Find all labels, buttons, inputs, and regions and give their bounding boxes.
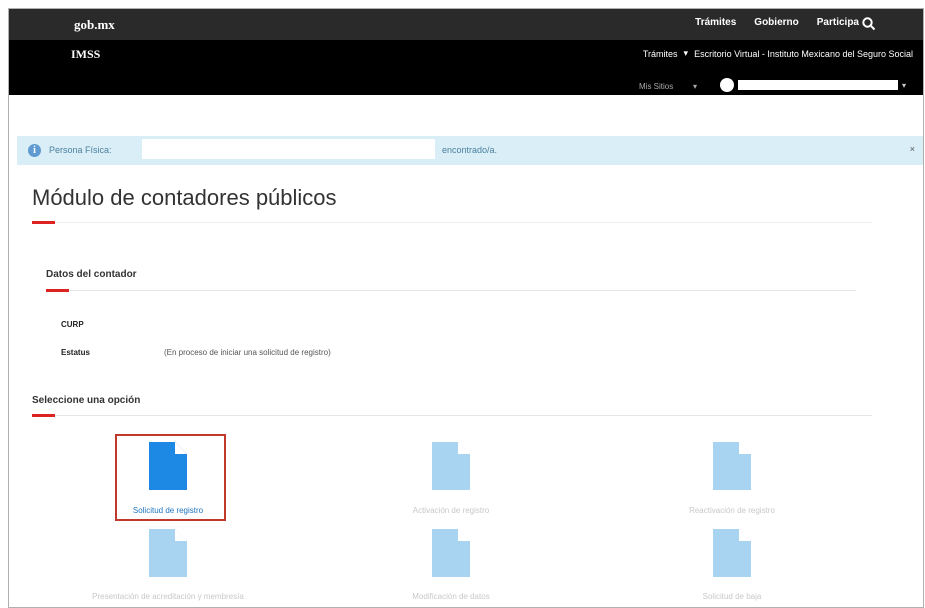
alert-suffix: encontrado/a. (442, 145, 498, 155)
gobmx-logo[interactable]: gob.mx (74, 17, 115, 33)
alert-redacted-name (142, 139, 435, 159)
option-solicitud-baja[interactable]: Solicitud de baja (632, 592, 832, 601)
site-title[interactable]: Escritorio Virtual - Instituto Mexicano … (694, 49, 913, 59)
chevron-down-icon[interactable]: ▾ (693, 82, 697, 91)
document-icon[interactable] (713, 529, 751, 577)
datos-heading: Datos del contador (46, 269, 137, 280)
browser-frame: gob.mx Trámites Gobierno Participa IMSS … (8, 8, 924, 608)
option-reactivacion-registro[interactable]: Reactivación de registro (632, 506, 832, 515)
document-icon[interactable] (149, 442, 187, 490)
estatus-value: (En proceso de iniciar una solicitud de … (164, 348, 331, 357)
alert-label: Persona Física: (49, 145, 112, 155)
options-divider (32, 415, 872, 416)
option-presentacion-acreditacion[interactable]: Presentación de acreditación y membresía (68, 592, 268, 601)
chevron-down-icon[interactable]: ▾ (684, 48, 689, 59)
chevron-down-icon[interactable]: ▾ (902, 81, 906, 90)
document-icon[interactable] (432, 442, 470, 490)
document-icon[interactable] (713, 442, 751, 490)
search-icon[interactable] (861, 16, 877, 32)
close-icon[interactable]: × (910, 144, 915, 154)
document-icon[interactable] (432, 529, 470, 577)
options-accent (32, 414, 55, 417)
gobmx-header: gob.mx Trámites Gobierno Participa (9, 9, 923, 40)
title-accent (32, 221, 55, 224)
page-title: Módulo de contadores públicos (32, 185, 337, 210)
imss-header: IMSS Trámites ▾ Escritorio Virtual - Ins… (9, 40, 923, 95)
info-icon: i (28, 144, 41, 157)
option-modificacion-datos[interactable]: Modificación de datos (351, 592, 551, 601)
nav-participa[interactable]: Participa (817, 17, 859, 28)
info-alert: i Persona Física: encontrado/a. × (17, 136, 923, 165)
avatar[interactable] (720, 78, 734, 92)
title-divider (32, 222, 872, 223)
nav-gobierno[interactable]: Gobierno (754, 17, 798, 28)
curp-label: CURP (61, 320, 84, 329)
datos-divider (46, 290, 856, 291)
document-icon[interactable] (149, 529, 187, 577)
estatus-label: Estatus (61, 348, 90, 357)
option-activacion-registro[interactable]: Activación de registro (351, 506, 551, 515)
imss-title[interactable]: IMSS (71, 47, 100, 62)
options-heading: Seleccione una opción (32, 395, 141, 406)
nav-tramites[interactable]: Trámites (695, 17, 736, 28)
datos-accent (46, 289, 69, 292)
mis-sitios-menu[interactable]: Mis Sitios (639, 82, 673, 91)
user-name-redacted[interactable] (738, 80, 898, 90)
option-solicitud-registro[interactable]: Solicitud de registro (68, 506, 268, 515)
imss-nav: Trámites ▾ Escritorio Virtual - Institut… (643, 48, 913, 59)
imss-nav-tramites[interactable]: Trámites (643, 49, 678, 59)
top-nav: Trámites Gobierno Participa (695, 17, 859, 28)
